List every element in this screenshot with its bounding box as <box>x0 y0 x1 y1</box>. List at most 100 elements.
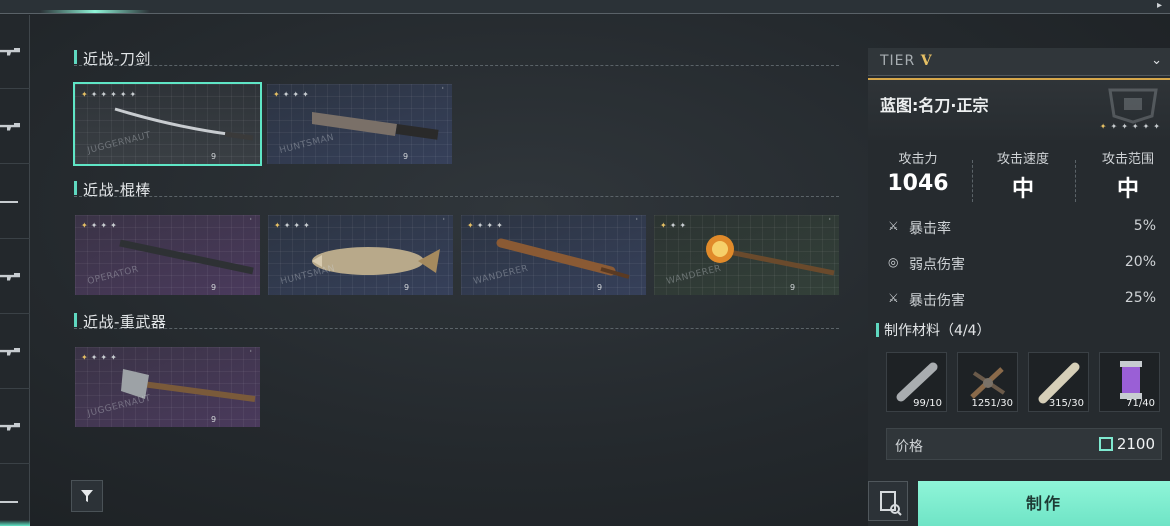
rarity-stars: ✦✦✦✦ <box>81 353 120 362</box>
sub-stat-crit-damage: ⚔ 暴击伤害 25% <box>882 290 1162 310</box>
rarity-stars: ✦✦✦✦ <box>274 221 313 230</box>
card-level: 9 <box>211 415 217 424</box>
weakspot-icon: ◎ <box>888 255 899 269</box>
rarity-stars: ✦✦✦✦ <box>81 221 120 230</box>
sniper-icon <box>0 200 18 203</box>
section-title-text: 近战-刀剑 <box>83 50 151 68</box>
weapon-card-baseball-bat[interactable]: ✦✦✦✦ ˈ WANDERER 9 <box>461 215 646 295</box>
card-tick: ˈ <box>828 217 831 226</box>
section-marker <box>74 313 77 327</box>
sub-stat-label: 弱点伤害 <box>909 257 965 273</box>
sidebar-item-melee[interactable] <box>0 465 30 526</box>
card-tick: ˈ <box>249 349 252 358</box>
card-level: 9 <box>404 283 410 292</box>
rarity-stars: ✦✦✦✦✦✦ <box>81 90 140 99</box>
corner-arrow-icon: ▸ <box>1156 0 1162 11</box>
sidebar-item-rifle[interactable] <box>0 15 30 89</box>
card-level: 9 <box>211 152 217 161</box>
materials-title: 制作材料（4/4） <box>876 320 991 340</box>
material-slot-crystal[interactable]: 71/40 <box>1099 352 1160 412</box>
material-count: 315/30 <box>1048 398 1084 409</box>
blueprint-name: 蓝图:名刀·正宗 <box>880 96 989 115</box>
sidebar-item-smg[interactable] <box>0 315 30 389</box>
stat-label: 攻击速度 <box>996 152 1049 167</box>
material-slot-steel-rod[interactable]: 99/10 <box>886 352 947 412</box>
sidebar-item-sniper[interactable] <box>0 165 30 239</box>
sub-stat-crit-rate: ⚔ 暴击率 5% <box>882 218 1162 238</box>
rifle-icon <box>0 47 20 56</box>
sub-stat-label: 暴击伤害 <box>909 293 965 309</box>
card-tick: ˈ <box>249 217 252 226</box>
tier-value: V <box>920 53 933 69</box>
card-level: 9 <box>790 283 796 292</box>
stat-value: 中 <box>1116 177 1139 202</box>
sub-stat-weakspot: ◎ 弱点伤害 20% <box>882 254 1162 274</box>
melee-icon <box>0 501 18 503</box>
sub-stat-label: 暴击率 <box>909 221 951 237</box>
crit-damage-icon: ⚔ <box>888 291 899 305</box>
sidebar-item-pistol[interactable] <box>0 240 30 314</box>
stat-attack: 攻击力 1046 <box>868 148 968 196</box>
tier-selector[interactable]: TIER V ⌄ <box>868 48 1170 76</box>
section-title-clubs: 近战-棍棒 <box>74 179 839 199</box>
sub-stat-value: 20% <box>1124 254 1156 270</box>
price-label: 价格 <box>895 439 923 455</box>
weapon-card-torch[interactable]: ✦✦✦ ˈ WANDERER 9 <box>654 215 839 295</box>
section-title-text: 近战-重武器 <box>83 313 167 331</box>
material-slot-scrap[interactable]: 1251/30 <box>957 352 1018 412</box>
filter-button[interactable] <box>71 480 103 512</box>
rarity-stars: ✦✦✦✦ <box>273 90 312 99</box>
material-slot-wood[interactable]: 315/30 <box>1028 352 1089 412</box>
assault-rifle-icon <box>0 122 20 131</box>
section-marker <box>74 50 77 64</box>
material-count: 99/10 <box>913 398 942 409</box>
smg-icon <box>0 347 20 356</box>
stat-value: 中 <box>1011 177 1034 202</box>
rarity-stars: ✦✦✦✦✦✦ <box>1099 122 1164 131</box>
weapon-card-katana[interactable]: ✦✦✦✦✦✦ JUGGERNAUT 9 <box>73 82 262 166</box>
currency-icon <box>1098 437 1113 451</box>
crafting-screen: ▸ 近战-刀剑 近战-棍棒 近战-重武器 ✦✦✦✦✦✦ JUGGERNAUT 9 <box>0 0 1170 526</box>
material-count: 1251/30 <box>971 398 1013 409</box>
card-level: 9 <box>403 152 409 161</box>
sidebar-item-heavy-gun[interactable] <box>0 390 30 464</box>
chevron-down-icon: ⌄ <box>1151 53 1162 68</box>
top-bar-glow <box>40 10 150 13</box>
craft-button[interactable]: 制作 <box>918 481 1170 526</box>
crit-rate-icon: ⚔ <box>888 219 899 233</box>
weapon-category-sidebar <box>0 15 30 526</box>
stat-attack-speed: 攻击速度 中 <box>973 148 1073 203</box>
sidebar-active-indicator <box>0 520 30 526</box>
card-level: 9 <box>597 283 603 292</box>
filter-icon <box>81 490 93 502</box>
sidebar-item-assault-rifle[interactable] <box>0 90 30 164</box>
card-tick: ˈ <box>635 217 638 226</box>
weapon-card-baton[interactable]: ✦✦✦✦ ˈ OPERATOR 9 <box>75 215 260 295</box>
heavy-gun-icon <box>0 422 20 431</box>
weapon-card-machete[interactable]: ✦✦✦✦ ˈ HUNTSMAN 9 <box>267 84 452 164</box>
stat-label: 攻击力 <box>898 152 938 167</box>
sub-stat-value: 25% <box>1124 290 1156 306</box>
price-row: 价格 2100 <box>886 428 1162 460</box>
document-search-icon <box>880 491 902 516</box>
blueprint-info-button[interactable] <box>868 481 908 521</box>
price-value: 2100 <box>1098 435 1155 453</box>
rarity-stars: ✦✦✦ <box>660 221 690 230</box>
material-count: 71/40 <box>1126 398 1155 409</box>
blueprint-detail-panel: TIER V ⌄ 蓝图:名刀·正宗 ✦✦✦✦✦✦ 攻击力 1046 攻击速度 中… <box>868 48 1170 526</box>
weapon-card-pike-fish[interactable]: ✦✦✦✦ ˈ HUNTSMAN 9 <box>268 215 453 295</box>
top-bar: ▸ <box>0 0 1170 14</box>
tier-label: TIER V <box>880 53 933 69</box>
section-title-blades: 近战-刀剑 <box>74 48 839 68</box>
stat-attack-range: 攻击范围 中 <box>1078 148 1170 203</box>
stat-label: 攻击范围 <box>1101 152 1154 167</box>
section-title-text: 近战-棍棒 <box>83 181 151 199</box>
sub-stat-value: 5% <box>1133 218 1156 234</box>
weapon-card-axe[interactable]: ✦✦✦✦ ˈ JUGGERNAUT 9 <box>75 347 260 427</box>
rarity-stars: ✦✦✦✦ <box>467 221 506 230</box>
card-tick: ˈ <box>442 217 445 226</box>
card-tick: ˈ <box>441 86 444 95</box>
faction-emblem-icon <box>1108 88 1158 124</box>
card-level: 9 <box>211 283 217 292</box>
section-title-heavy: 近战-重武器 <box>74 311 839 331</box>
